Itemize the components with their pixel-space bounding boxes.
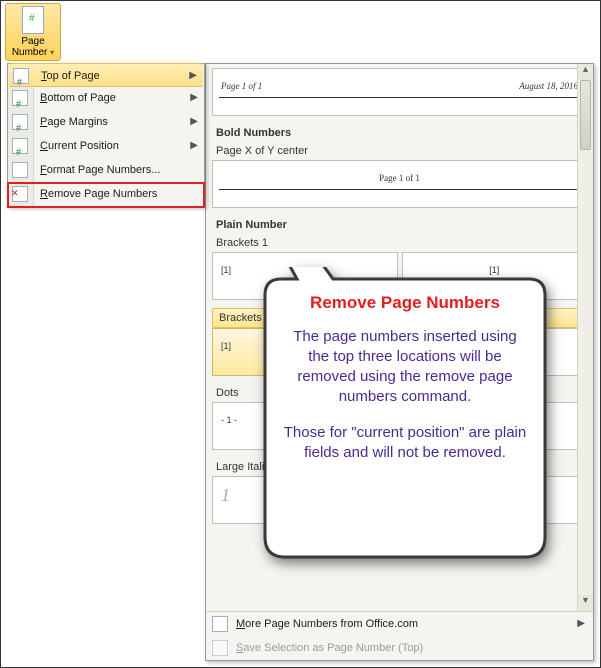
sample-rule [219,189,580,190]
page-number-ribbon-button[interactable]: Page Number ▾ [5,3,61,61]
sample-text-left: [1] [221,265,231,275]
footer-label: ore Page Numbers from Office.com [245,618,418,630]
menu-label: emove Page Numbers [48,188,157,200]
sample-rule [219,97,580,98]
scroll-up-button[interactable]: ▲ [578,64,593,80]
menu-item-format-page-numbers[interactable]: Format Page Numbers... [8,158,204,182]
gallery-sample-label: Brackets 1 [212,234,587,252]
sample-text-left: [1] [221,341,231,351]
gallery-sample[interactable]: Page 1 of 1 August 18, 2016 [212,68,587,116]
menu-label: op of Page [47,70,100,82]
gallery-sample[interactable]: Page 1 of 1 [212,160,587,208]
menu-label: ormat Page Numbers... [47,164,161,176]
submenu-arrow-icon: ▶ [577,612,585,636]
menu-label: ottom of Page [47,92,116,104]
page-bottom-icon [12,90,28,106]
remove-page-numbers-icon [12,186,28,202]
gallery-sample-label: Page X of Y center [212,142,587,160]
menu-item-page-margins[interactable]: Page Margins ▶ [8,110,204,134]
menu-item-bottom-of-page[interactable]: Bottom of Page ▶ [8,86,204,110]
current-position-icon [12,138,28,154]
submenu-arrow-icon: ▶ [189,64,197,88]
office-com-icon [212,616,228,632]
sample-text-center: Page 1 of 1 [213,173,586,183]
page-top-icon [13,68,29,84]
save-selection-icon [212,640,228,656]
sample-text-right: August 18, 2016 [519,81,578,91]
menu-item-top-of-page[interactable]: Top of Page ▶ [9,63,203,87]
page-margins-icon [12,114,28,130]
callout-paragraph: Those for "current position" are plain f… [283,423,527,463]
submenu-arrow-icon: ▶ [190,134,198,158]
menu-label: age Margins [47,116,108,128]
gallery-footer: More Page Numbers from Office.com ▶ Save… [206,611,593,660]
gallery-section-header: Bold Numbers [212,124,587,142]
more-from-office-com[interactable]: More Page Numbers from Office.com ▶ [206,612,593,636]
menu-label: urrent Position [48,140,119,152]
sample-text-left: 1 [221,485,230,506]
chevron-down-icon: ▾ [50,48,54,57]
footer-label: ave Selection as Page Number (Top) [243,642,423,654]
format-page-numbers-icon [12,162,28,178]
gallery-scrollbar[interactable]: ▲ ▼ [577,64,593,611]
callout-title: Remove Page Numbers [283,293,527,313]
submenu-arrow-icon: ▶ [190,86,198,110]
sample-text-left: - 1 - [221,415,237,425]
gallery-section-header: Plain Number [212,216,587,234]
annotation-callout: Remove Page Numbers The page numbers ins… [253,267,557,569]
scroll-thumb[interactable] [580,80,591,150]
submenu-arrow-icon: ▶ [190,110,198,134]
scroll-down-button[interactable]: ▼ [578,595,593,611]
callout-paragraph: The page numbers inserted using the top … [283,327,527,407]
menu-item-current-position[interactable]: Current Position ▶ [8,134,204,158]
page-number-menu: Top of Page ▶ Bottom of Page ▶ Page Marg… [7,63,205,207]
page-number-icon [22,6,44,34]
menu-item-remove-page-numbers[interactable]: Remove Page Numbers [8,182,204,206]
save-selection-as-page-number: Save Selection as Page Number (Top) [206,636,593,660]
page-number-label: Page Number ▾ [6,36,60,58]
sample-text-left: Page 1 of 1 [221,81,262,91]
